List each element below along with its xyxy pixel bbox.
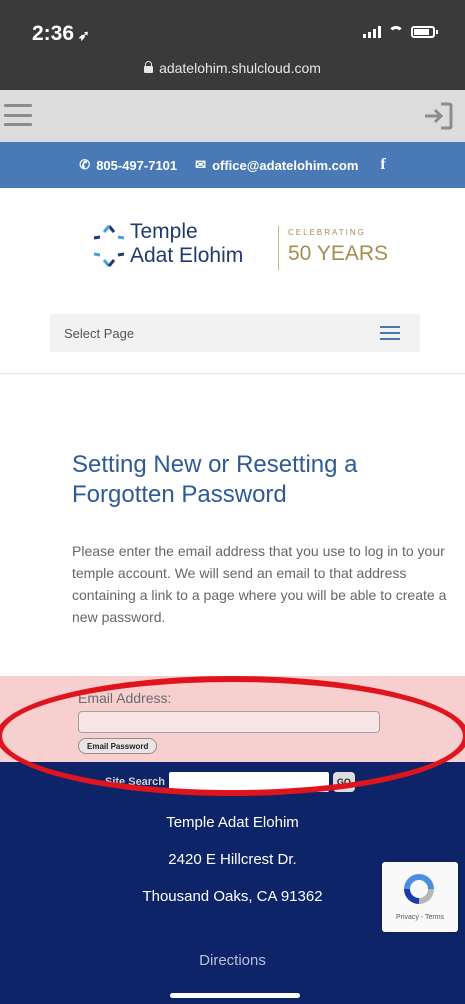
mail-icon: ✉	[195, 157, 207, 172]
intro-text: Please enter the email address that you …	[72, 543, 447, 625]
footer-name: Temple Adat Elohim	[166, 814, 299, 831]
select-page-label: Select Page	[64, 325, 135, 341]
status-time: 2:36 ➶	[32, 22, 90, 45]
signal-icon	[363, 26, 381, 38]
home-indicator	[170, 993, 300, 998]
ios-status-bar: 2:36 ➶ adatelohim.shulcloud.com	[0, 0, 465, 90]
status-icons	[363, 26, 438, 38]
recaptcha-icon	[404, 874, 434, 904]
menu-icon[interactable]	[4, 104, 32, 126]
select-page-dropdown[interactable]: Select Page	[50, 314, 420, 352]
divider	[0, 373, 465, 374]
facebook-icon[interactable]: f	[380, 156, 385, 174]
phone-number: 805-497-7101	[96, 157, 178, 173]
email-address: office@adatelohim.com	[212, 157, 359, 173]
directions-link[interactable]: Directions	[0, 952, 465, 969]
wifi-icon	[388, 26, 404, 38]
page-title: Setting New or Resetting a Forgotten Pas…	[72, 451, 358, 508]
email-password-button[interactable]: Email Password	[78, 738, 158, 754]
location-arrow-icon: ➶	[78, 27, 90, 43]
search-go-button[interactable]: GO	[332, 772, 355, 792]
address-bar[interactable]: adatelohim.shulcloud.com	[0, 60, 465, 76]
star-of-david-icon	[93, 225, 125, 267]
lock-icon	[144, 61, 154, 73]
recaptcha-badge[interactable]: Privacy - Terms	[382, 862, 458, 932]
email-link[interactable]: ✉ office@adatelohim.com	[195, 157, 358, 173]
contact-bar: ✆ 805-497-7101 ✉ office@adatelohim.com f	[0, 142, 465, 188]
site-toolbar	[0, 90, 465, 142]
logo-years: 50 YEARS	[288, 242, 389, 265]
logo-line2: Adat Elohim	[130, 244, 244, 267]
logo-celebrating: CELEBRATING	[288, 228, 366, 237]
logo-line1: Temple	[130, 220, 198, 243]
site-search-label: Site Search	[105, 776, 165, 788]
battery-icon	[411, 26, 438, 38]
logo-name: Temple Adat Elohim	[130, 220, 243, 268]
site-search: Site Search GO	[105, 772, 355, 792]
logo-divider	[278, 226, 279, 270]
email-label: Email Address:	[78, 690, 172, 706]
recaptcha-links[interactable]: Privacy - Terms	[382, 914, 458, 921]
phone-icon: ✆	[79, 157, 91, 172]
login-icon[interactable]	[421, 100, 455, 132]
phone-link[interactable]: ✆ 805-497-7101	[79, 157, 177, 173]
menu-icon	[380, 326, 400, 340]
site-search-input[interactable]	[168, 772, 329, 792]
url-text: adatelohim.shulcloud.com	[159, 60, 321, 76]
email-field[interactable]	[78, 711, 380, 733]
temple-logo[interactable]: Temple Adat Elohim CELEBRATING 50 YEARS	[90, 218, 390, 278]
